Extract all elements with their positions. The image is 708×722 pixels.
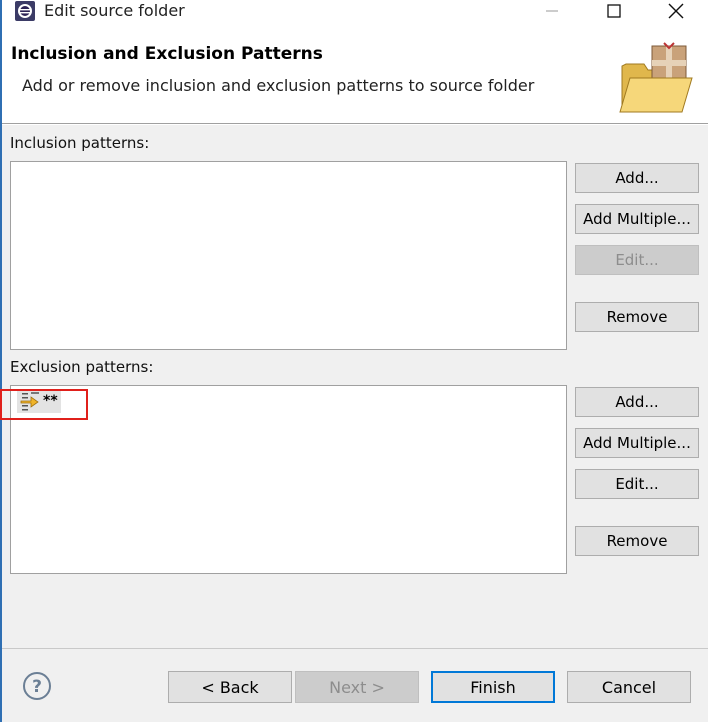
- dialog-header: Inclusion and Exclusion Patterns Add or …: [2, 24, 708, 124]
- finish-button[interactable]: Finish: [431, 671, 555, 703]
- window-title: Edit source folder: [44, 1, 185, 20]
- dialog-description: Add or remove inclusion and exclusion pa…: [22, 76, 535, 95]
- inclusion-add-multiple-button[interactable]: Add Multiple...: [575, 204, 699, 234]
- exclusion-remove-button[interactable]: Remove: [575, 526, 699, 556]
- exclusion-patterns-label: Exclusion patterns:: [10, 358, 154, 376]
- next-button[interactable]: Next >: [295, 671, 419, 703]
- dialog-footer: ? < Back Next > Finish Cancel: [2, 648, 708, 722]
- dialog-content: Inclusion patterns: Add... Add Multiple.…: [2, 125, 708, 648]
- dialog-title: Inclusion and Exclusion Patterns: [11, 44, 323, 64]
- exclusion-add-multiple-button[interactable]: Add Multiple...: [575, 428, 699, 458]
- exclusion-edit-button[interactable]: Edit...: [575, 469, 699, 499]
- highlight-annotation: [0, 389, 88, 420]
- maximize-icon: [607, 4, 621, 18]
- close-button[interactable]: [654, 0, 698, 22]
- exclusion-add-button[interactable]: Add...: [575, 387, 699, 417]
- inclusion-patterns-label: Inclusion patterns:: [10, 134, 150, 152]
- inclusion-remove-button[interactable]: Remove: [575, 302, 699, 332]
- inclusion-add-button[interactable]: Add...: [575, 163, 699, 193]
- folder-package-icon: [619, 42, 693, 113]
- exclusion-patterns-list[interactable]: **: [10, 385, 567, 574]
- maximize-button[interactable]: [592, 0, 636, 22]
- svg-text:?: ?: [32, 677, 42, 697]
- close-icon: [668, 3, 684, 19]
- title-bar: Edit source folder: [2, 0, 708, 24]
- help-icon[interactable]: ?: [22, 671, 52, 701]
- inclusion-patterns-list[interactable]: [10, 161, 567, 350]
- inclusion-edit-button[interactable]: Edit...: [575, 245, 699, 275]
- minimize-button[interactable]: [530, 0, 574, 22]
- cancel-button[interactable]: Cancel: [567, 671, 691, 703]
- minimize-icon: [546, 10, 558, 12]
- eclipse-app-icon: [15, 1, 35, 21]
- back-button[interactable]: < Back: [168, 671, 292, 703]
